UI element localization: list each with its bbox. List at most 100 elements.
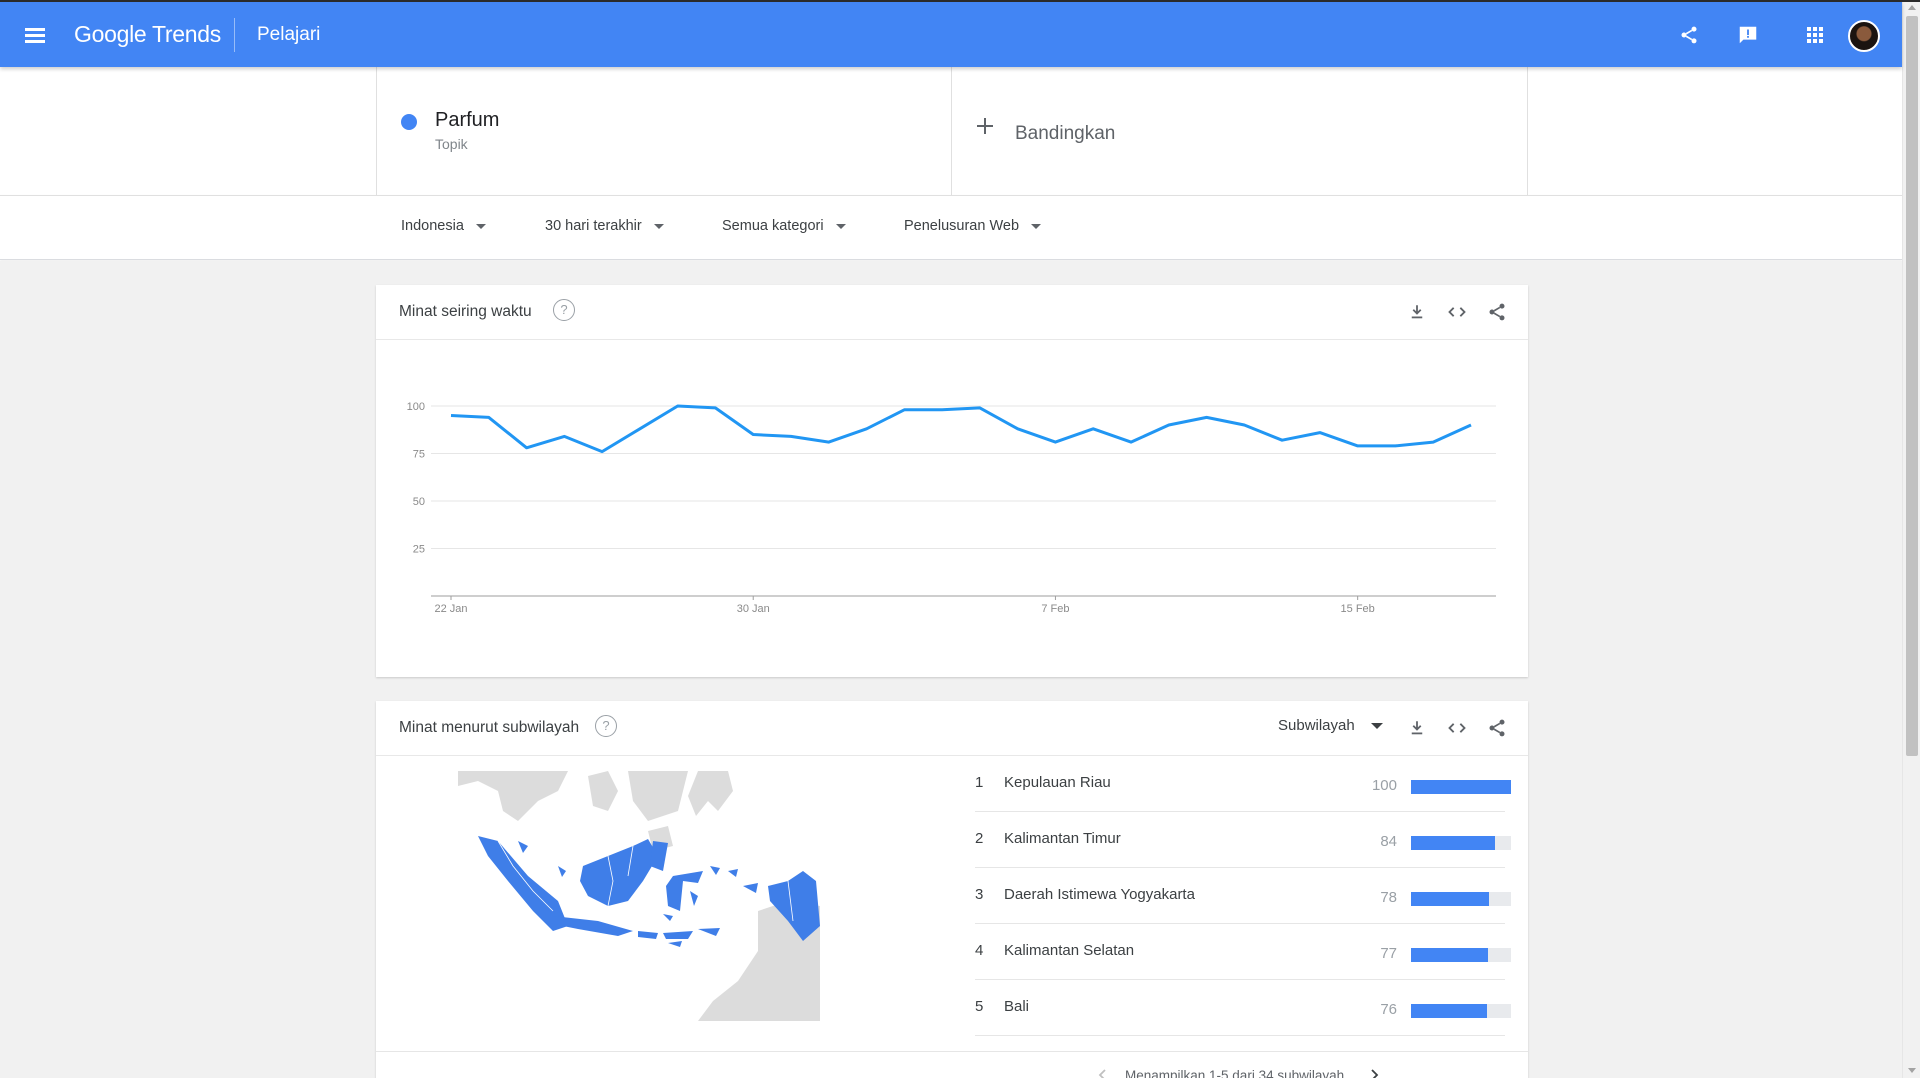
data-point[interactable]: [1087, 423, 1099, 435]
region-rank: 2: [975, 830, 984, 847]
search-term-name[interactable]: Parfum: [435, 109, 499, 132]
category-filter[interactable]: Semua kategori: [722, 218, 846, 234]
region-bar-fill: [1411, 948, 1488, 962]
apps-icon[interactable]: [1800, 20, 1830, 50]
scroll-down-icon[interactable]: [1908, 1068, 1916, 1073]
region-row[interactable]: 2 Kalimantan Timur 84: [975, 812, 1511, 868]
data-point[interactable]: [823, 436, 835, 448]
region-pager: Menampilkan 1-5 dari 34 subwilayah: [376, 1051, 1528, 1078]
data-point[interactable]: [785, 430, 797, 442]
data-point[interactable]: [596, 446, 608, 458]
download-icon[interactable]: [1404, 715, 1430, 741]
content-area: Minat seiring waktu ? 25 50 75 100 22 Jan 30 …: [0, 261, 1902, 1078]
card-header: Minat seiring waktu ?: [376, 285, 1528, 340]
data-point[interactable]: [1352, 440, 1364, 452]
region-value: 76: [1380, 1001, 1397, 1018]
term-color-dot: [401, 114, 417, 130]
x-tick-label: 30 Jan: [737, 603, 770, 615]
region-name: Kalimantan Timur: [1004, 830, 1121, 847]
x-tick-label: 7 Feb: [1041, 603, 1069, 615]
embed-icon[interactable]: [1444, 715, 1470, 741]
y-tick-label: 50: [413, 496, 425, 508]
y-tick-label: 100: [407, 401, 425, 413]
region-bar-track: [1411, 1004, 1511, 1018]
region-value: 84: [1380, 833, 1397, 850]
avatar[interactable]: [1848, 20, 1880, 52]
data-point[interactable]: [521, 442, 533, 454]
region-bar-fill: [1411, 892, 1489, 906]
data-point[interactable]: [861, 423, 873, 435]
region-name: Kalimantan Selatan: [1004, 942, 1135, 959]
data-point[interactable]: [634, 423, 646, 435]
card-title: Minat menurut subwilayah: [399, 719, 580, 736]
chevron-left-icon[interactable]: [1096, 1068, 1110, 1078]
resolution-label: Subwilayah: [1278, 717, 1355, 734]
region-bar-track: [1411, 948, 1511, 962]
x-tick-label: 22 Jan: [434, 603, 467, 615]
appbar-divider: [234, 18, 235, 52]
data-point[interactable]: [1314, 427, 1326, 439]
embed-icon[interactable]: [1444, 299, 1470, 325]
share-icon[interactable]: [1674, 20, 1704, 50]
data-point[interactable]: [709, 402, 721, 414]
region-value: 78: [1380, 889, 1397, 906]
region-row[interactable]: 4 Kalimantan Selatan 77: [975, 924, 1511, 980]
data-point[interactable]: [1125, 436, 1137, 448]
region-filter[interactable]: Indonesia: [401, 218, 486, 234]
region-map[interactable]: [458, 771, 868, 1021]
caret-down-icon: [653, 223, 664, 229]
pager-text: Menampilkan 1-5 dari 34 subwilayah: [1125, 1068, 1345, 1078]
region-row[interactable]: 1 Kepulauan Riau 100: [975, 756, 1511, 812]
data-point[interactable]: [1012, 423, 1024, 435]
region-bar-track: [1411, 780, 1511, 794]
scroll-thumb[interactable]: [1906, 16, 1918, 756]
data-point[interactable]: [1389, 440, 1401, 452]
resolution-dropdown[interactable]: Subwilayah: [1278, 717, 1383, 734]
time-filter-label: 30 hari terakhir: [545, 218, 642, 234]
data-point[interactable]: [936, 404, 948, 416]
data-point[interactable]: [1163, 419, 1175, 431]
scroll-up-icon[interactable]: [1908, 5, 1916, 10]
caret-down-icon: [835, 223, 846, 229]
data-point[interactable]: [747, 429, 759, 441]
chevron-right-icon[interactable]: [1367, 1068, 1381, 1078]
data-point[interactable]: [672, 400, 684, 412]
region-row[interactable]: 3 Daerah Istimewa Yogyakarta 78: [975, 868, 1511, 924]
compare-button[interactable]: Bandingkan: [952, 67, 1528, 195]
card-header: Minat menurut subwilayah ? Subwilayah: [376, 701, 1528, 756]
share-icon[interactable]: [1484, 299, 1510, 325]
page-scrollbar[interactable]: [1902, 2, 1920, 1078]
region-name: Bali: [1004, 998, 1030, 1015]
data-point[interactable]: [1276, 434, 1288, 446]
region-rank: 4: [975, 942, 984, 959]
region-rank: 1: [975, 774, 984, 791]
time-filter[interactable]: 30 hari terakhir: [545, 218, 664, 234]
data-point[interactable]: [1049, 436, 1061, 448]
region-row[interactable]: 5 Bali 76: [975, 980, 1511, 1036]
region-value: 100: [1371, 777, 1397, 794]
download-icon[interactable]: [1404, 299, 1430, 325]
brand-logo[interactable]: Google Trends: [74, 21, 221, 48]
data-point[interactable]: [1201, 411, 1213, 423]
data-point[interactable]: [974, 402, 986, 414]
data-point[interactable]: [1465, 419, 1477, 431]
data-point[interactable]: [483, 411, 495, 423]
help-icon[interactable]: ?: [595, 715, 617, 737]
caret-down-icon: [1031, 223, 1042, 229]
feedback-icon[interactable]: [1733, 20, 1763, 50]
share-icon[interactable]: [1484, 715, 1510, 741]
search-term-card[interactable]: Parfum Topik: [376, 67, 952, 195]
data-point[interactable]: [1427, 436, 1439, 448]
data-point[interactable]: [1238, 419, 1250, 431]
search-type-filter[interactable]: Penelusuran Web: [904, 218, 1042, 234]
region-filter-label: Indonesia: [401, 218, 464, 234]
category-filter-label: Semua kategori: [722, 218, 824, 234]
help-icon[interactable]: ?: [553, 299, 575, 321]
menu-icon[interactable]: [22, 21, 50, 49]
interest-line-chart: 25 50 75 100 22 Jan 30 Jan 7 Feb 15 Feb: [407, 400, 1496, 615]
data-point[interactable]: [445, 410, 457, 422]
data-point[interactable]: [898, 404, 910, 416]
data-point[interactable]: [558, 430, 570, 442]
region-bar-fill: [1411, 780, 1511, 794]
filter-bar: Indonesia 30 hari terakhir Semua kategor…: [0, 195, 1902, 260]
